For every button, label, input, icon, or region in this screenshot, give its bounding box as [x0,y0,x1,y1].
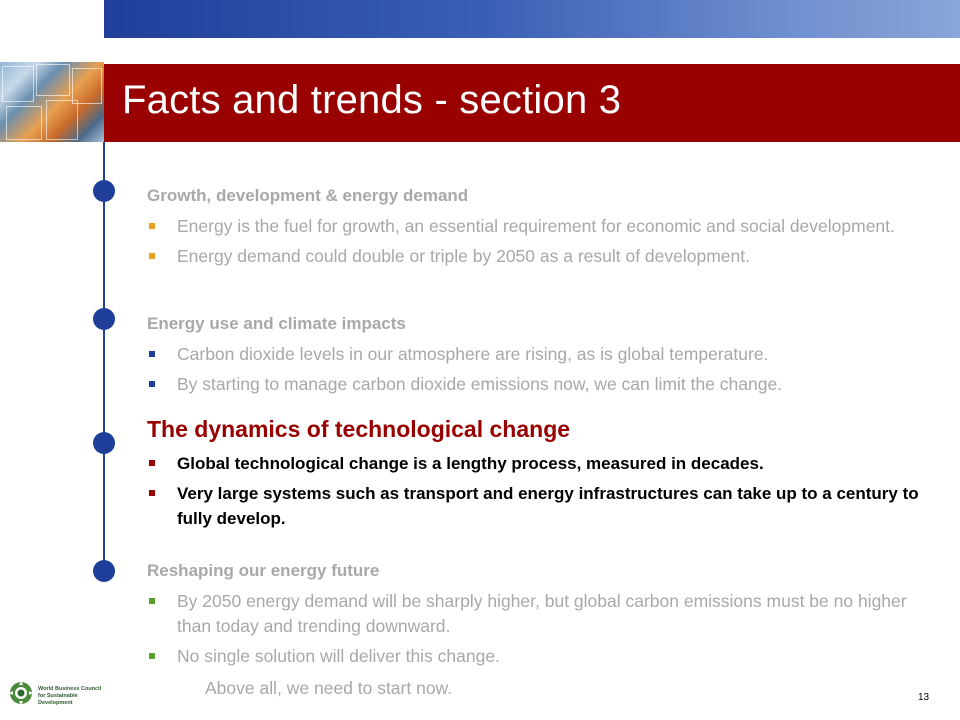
photo-tile [46,100,78,140]
title-bar: Facts and trends - section 3 [104,64,960,142]
bullet-item: By starting to manage carbon dioxide emi… [147,372,937,397]
logo-text: World Business Council for Sustainable D… [38,686,102,706]
timeline-dot [93,432,115,454]
bullet-text: By 2050 energy demand will be sharply hi… [177,591,907,636]
bullet-item: Carbon dioxide levels in our atmosphere … [147,342,937,367]
bullet-square-icon [149,490,155,496]
bullet-text: Very large systems such as transport and… [177,484,919,528]
bullet-square-icon [149,598,155,604]
bullet-item: Global technological change is a lengthy… [147,451,937,476]
bullet-list: Energy is the fuel for growth, an essent… [147,214,937,269]
wbcsd-logo: World Business Council for Sustainable D… [8,680,108,710]
slide-title: Facts and trends - section 3 [122,78,622,122]
section-title: Energy use and climate impacts [147,314,406,333]
bullet-text: Energy is the fuel for growth, an essent… [177,216,895,236]
bullet-square-icon [149,223,155,229]
photo-tile [6,106,42,140]
bullet-list: Global technological change is a lengthy… [147,451,937,531]
bullet-square-icon [149,653,155,659]
photo-tile [72,68,102,104]
bullet-item: No single solution will deliver this cha… [147,644,937,669]
bullet-item: Energy demand could double or triple by … [147,244,937,269]
bullet-square-icon [149,351,155,357]
closing-statement: Above all, we need to start now. [205,678,453,698]
bullet-item: By 2050 energy demand will be sharply hi… [147,589,937,639]
bullet-text: By starting to manage carbon dioxide emi… [177,374,783,394]
section-growth: Growth, development & energy demand Ener… [147,186,937,274]
bullet-square-icon [149,381,155,387]
bullet-item: Very large systems such as transport and… [147,481,937,531]
bullet-item: Energy is the fuel for growth, an essent… [147,214,937,239]
bullet-text: Global technological change is a lengthy… [177,454,764,473]
section-technology: The dynamics of technological change Glo… [147,416,937,536]
bullet-list: Carbon dioxide levels in our atmosphere … [147,342,937,397]
section-climate: Energy use and climate impacts Carbon di… [147,314,937,402]
page-number: 13 [918,692,930,703]
bullet-text: No single solution will deliver this cha… [177,646,500,666]
photo-tile [36,64,70,96]
bullet-text: Carbon dioxide levels in our atmosphere … [177,344,769,364]
timeline-dot [93,180,115,202]
timeline-dot [93,308,115,330]
bullet-list: By 2050 energy demand will be sharply hi… [147,589,937,669]
wbcsd-globe-icon [9,681,33,705]
bullet-square-icon [149,460,155,466]
top-gradient-bar [104,0,960,38]
section-title: Growth, development & energy demand [147,186,469,205]
section-future: Reshaping our energy future By 2050 ener… [147,561,937,674]
photo-tile [2,66,34,102]
timeline-line [103,142,105,572]
bullet-square-icon [149,253,155,259]
section-title: The dynamics of technological change [147,416,571,442]
bullet-text: Energy demand could double or triple by … [177,246,750,266]
header-photo-collage [0,62,104,142]
section-title: Reshaping our energy future [147,561,380,580]
timeline-dot [93,560,115,582]
